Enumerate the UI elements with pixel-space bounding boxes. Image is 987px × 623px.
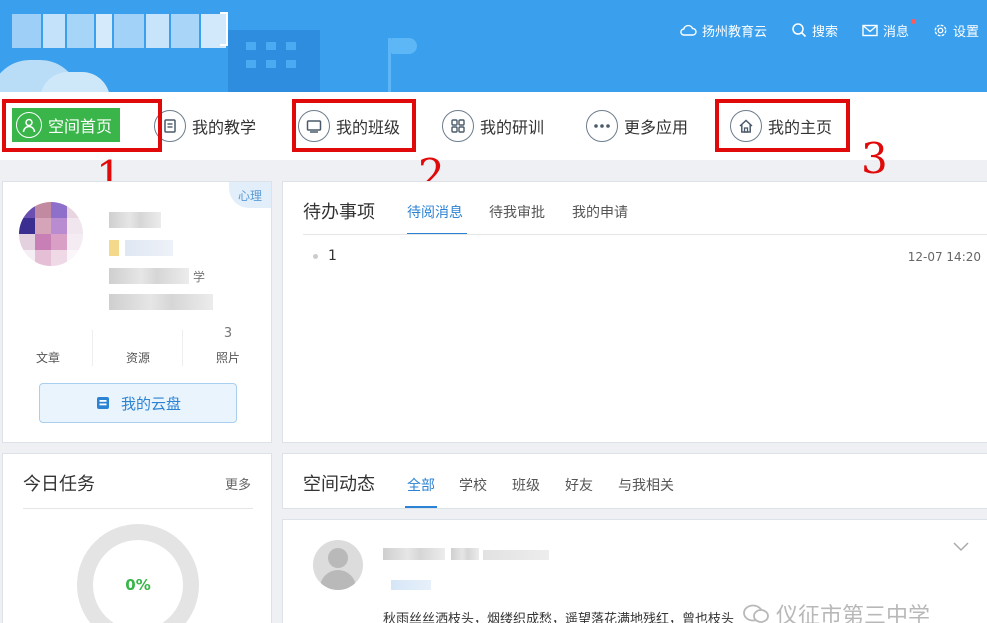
header-nav-settings[interactable]: 设置 (933, 21, 979, 40)
tab-pending-approval[interactable]: 待我审批 (489, 202, 545, 222)
todo-item-time: 12-07 14:20 (907, 250, 981, 264)
header-flag (391, 38, 417, 54)
gear-icon (934, 24, 947, 36)
feed-tab-all[interactable]: 全部 (407, 475, 435, 495)
header-nav-cloud[interactable]: 扬州教育云 (679, 21, 767, 40)
stat-photos[interactable]: 3 照片 (183, 322, 273, 370)
todo-item[interactable]: 1 (313, 248, 337, 264)
profile-name-blurred (109, 212, 161, 228)
header-nav-label: 消息 (882, 24, 909, 40)
wechat-icon (743, 604, 769, 623)
header-nav-messages[interactable]: 消息 (862, 18, 916, 40)
profile-school-blurred (109, 268, 189, 284)
feed-tab-school[interactable]: 学校 (459, 475, 487, 495)
profile-tag[interactable]: 心理 (229, 182, 271, 208)
annotation-box-1 (2, 99, 162, 152)
menu-item-more-apps[interactable]: 更多应用 (586, 109, 688, 143)
active-feed-tab-indicator (405, 506, 437, 508)
space-feed-header: 空间动态 全部 学校 班级 好友 与我相关 (282, 453, 987, 509)
main-menu-bar: 空间首页 我的教学 我的班级 我的研训 更多应用 我的主页 (0, 92, 987, 160)
post-time-blurred (483, 550, 549, 560)
todo-panel: 待办事项 待阅消息 待我审批 我的申请 1 12-07 14:20 (282, 181, 987, 443)
stat-label: 资源 (125, 351, 150, 365)
menu-item-label: 我的教学 (192, 118, 257, 137)
mail-icon (862, 24, 878, 36)
stat-label: 照片 (215, 351, 240, 365)
grid-icon (442, 110, 474, 142)
avatar-body-shape (320, 570, 356, 590)
stat-label: 文章 (35, 351, 60, 365)
tasks-title: 今日任务 (23, 474, 95, 495)
menu-item-my-training[interactable]: 我的研训 (442, 109, 544, 143)
annotation-box-2 (292, 99, 416, 152)
cloud-icon (680, 24, 697, 36)
header-nav: 扬州教育云 搜索 消息 设置 (655, 18, 979, 42)
feed-tab-class[interactable]: 班级 (512, 475, 540, 495)
cloud-drive-icon (96, 397, 109, 409)
profile-card: 心理 学 文章 资源 3 照片 我的云盘 (2, 181, 272, 443)
profile-school-suffix: 学 (193, 270, 206, 284)
profile-stats: 文章 资源 3 照片 (3, 322, 273, 370)
annotation-number-3: 3 (861, 134, 888, 183)
header-window-dot (286, 42, 296, 50)
profile-subject-blurred (109, 294, 213, 310)
annotation-box-3 (715, 99, 850, 152)
task-progress-ring: 0% (77, 524, 199, 623)
user-avatar-blurred[interactable] (19, 202, 83, 266)
unread-dot (910, 18, 916, 24)
header-nav-label: 扬州教育云 (701, 24, 767, 40)
header-window-dot (246, 42, 256, 50)
search-icon (792, 23, 807, 38)
tab-pending-read[interactable]: 待阅消息 (407, 202, 463, 222)
bullet-dot (313, 253, 318, 259)
tab-my-applications[interactable]: 我的申请 (572, 202, 628, 222)
menu-item-label: 更多应用 (624, 118, 689, 137)
avatar-head-shape (328, 548, 348, 568)
today-tasks-panel: 今日任务 更多 0% (2, 453, 272, 623)
menu-item-my-teaching[interactable]: 我的教学 (154, 109, 256, 143)
feed-title: 空间动态 (303, 474, 375, 495)
feed-tab-related[interactable]: 与我相关 (618, 475, 674, 495)
menu-item-label: 我的研训 (480, 118, 545, 137)
profile-level-badge (109, 240, 119, 256)
logo-bracket (220, 12, 228, 46)
header-nav-search[interactable]: 搜索 (791, 21, 838, 40)
watermark-text: 仪征市第三中学 (776, 604, 931, 623)
todo-item-text: 1 (328, 248, 337, 264)
profile-info-blurred (125, 240, 173, 256)
feed-tab-friends[interactable]: 好友 (565, 475, 593, 495)
header-window-dot (286, 60, 296, 68)
header-window-dot (246, 60, 256, 68)
header-window-dot (266, 60, 276, 68)
chevron-down-icon[interactable] (953, 542, 969, 552)
stat-resources[interactable]: 资源 (93, 322, 183, 370)
top-header: 扬州教育云 搜索 消息 设置 (0, 0, 987, 92)
tasks-more-link[interactable]: 更多 (225, 474, 251, 493)
my-cloud-drive-button[interactable]: 我的云盘 (39, 383, 237, 423)
post-author-avatar[interactable] (313, 540, 363, 590)
post-author-blurred (383, 548, 445, 560)
header-nav-label: 搜索 (811, 24, 838, 40)
stat-value: 3 (223, 326, 233, 341)
header-nav-label: 设置 (952, 24, 979, 40)
site-logo-blurred[interactable] (12, 14, 226, 48)
stat-articles[interactable]: 文章 (3, 322, 93, 370)
post-tag-blurred (391, 580, 431, 590)
task-progress-value: 0% (125, 576, 151, 594)
todo-divider (303, 234, 987, 235)
ellipsis-icon (586, 110, 618, 142)
wechat-watermark: 仪征市第三中学 (742, 598, 930, 623)
todo-title: 待办事项 (303, 202, 375, 223)
post-meta-blurred (451, 548, 479, 560)
tasks-divider (23, 508, 253, 509)
cloud-button-label: 我的云盘 (120, 394, 181, 413)
header-window-dot (266, 42, 276, 50)
